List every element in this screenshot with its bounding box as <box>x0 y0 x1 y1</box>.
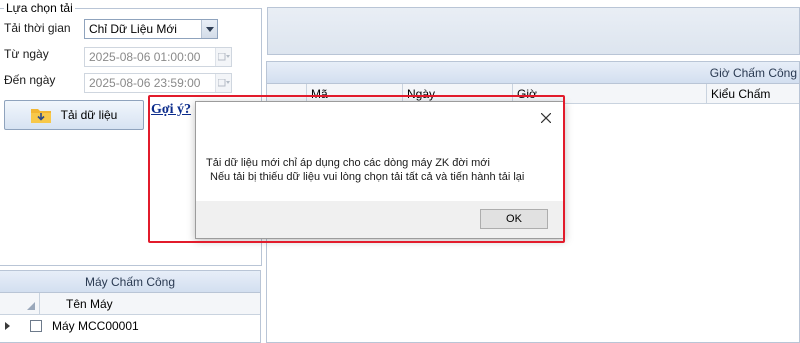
dialog-footer: OK <box>196 201 564 238</box>
time-mode-value: Chỉ Dữ Liệu Mới <box>89 22 177 36</box>
calendar-dropdown-icon[interactable] <box>215 74 231 92</box>
time-mode-select[interactable]: Chỉ Dữ Liệu Mới <box>84 19 218 39</box>
grid-title: Giờ Chấm Công <box>267 62 799 84</box>
machine-panel: Máy Chấm Công Tên Máy Máy MCC00001 <box>0 270 261 343</box>
chevron-down-icon[interactable] <box>201 20 217 38</box>
calendar-dropdown-icon[interactable] <box>215 48 231 66</box>
from-date-label: Từ ngày <box>4 47 49 61</box>
to-date-label: Đến ngày <box>4 73 56 87</box>
ok-button[interactable]: OK <box>480 209 548 229</box>
dialog-message-line1: Tải dữ liệu mới chỉ áp dụng cho các dòng… <box>206 157 490 169</box>
machine-checkbox[interactable] <box>30 320 42 332</box>
group-title: Lựa chọn tải <box>4 1 75 15</box>
table-row[interactable]: Máy MCC00001 <box>0 315 260 337</box>
machine-name-column[interactable]: Tên Máy <box>40 293 113 314</box>
message-dialog: Tải dữ liệu mới chỉ áp dụng cho các dòng… <box>195 101 565 239</box>
machine-name: Máy MCC00001 <box>52 319 139 333</box>
download-folder-icon <box>30 109 51 123</box>
from-date-value: 2025-08-06 01:00:00 <box>89 50 201 64</box>
top-panel <box>267 7 800 55</box>
row-indicator-icon <box>0 322 14 330</box>
dialog-message: Tải dữ liệu mới chỉ áp dụng cho các dòng… <box>206 156 556 184</box>
to-date-value: 2025-08-06 23:59:00 <box>89 76 201 90</box>
load-data-label: Tải dữ liệu <box>60 108 118 122</box>
from-date-field[interactable]: 2025-08-06 01:00:00 <box>84 47 232 67</box>
column-type[interactable]: Kiểu Chấm <box>707 84 799 103</box>
close-icon[interactable] <box>538 110 554 126</box>
time-label: Tải thời gian <box>4 21 71 35</box>
select-all-corner[interactable] <box>0 293 40 314</box>
machine-panel-title: Máy Chấm Công <box>0 271 260 293</box>
load-data-button[interactable]: Tải dữ liệu <box>4 100 144 130</box>
hint-link[interactable]: Gợi ý? <box>151 102 191 118</box>
dialog-message-line2: Nếu tải bị thiếu dữ liệu vui lòng chọn t… <box>210 171 525 183</box>
to-date-field[interactable]: 2025-08-06 23:59:00 <box>84 73 232 93</box>
machine-column-header: Tên Máy <box>0 293 260 315</box>
